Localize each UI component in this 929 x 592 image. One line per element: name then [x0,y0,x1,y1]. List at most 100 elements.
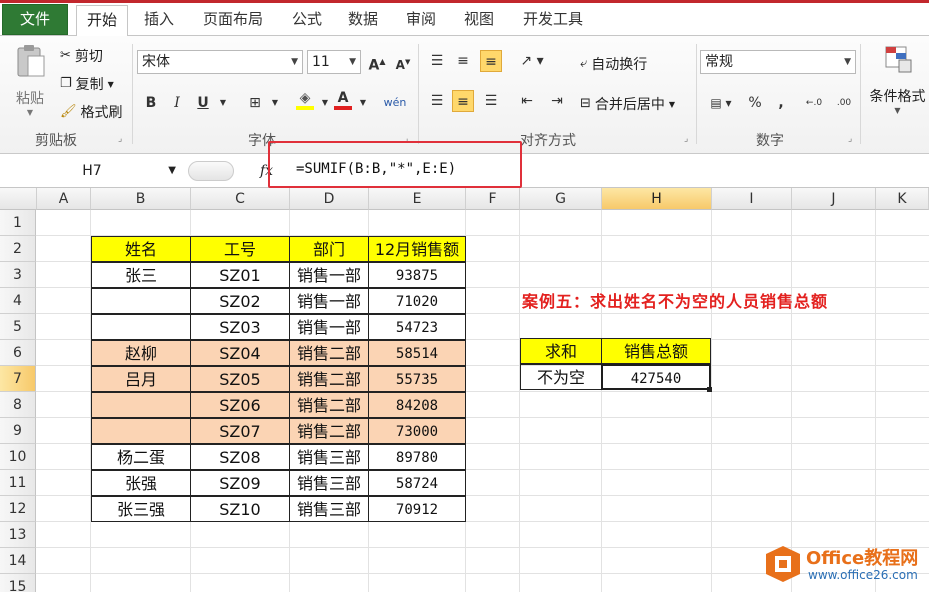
borders-button[interactable]: ⊞ [244,92,266,114]
cell-dept[interactable]: 销售一部 [289,262,369,288]
orientation-button[interactable]: ↗ ▾ [516,50,548,72]
cell-sales[interactable]: 71020 [368,288,466,314]
bold-button[interactable]: B [140,92,162,114]
column-header-b[interactable]: B [91,188,191,210]
cell-id[interactable]: SZ04 [190,340,290,366]
cell-name[interactable]: 张三 [91,262,191,288]
merge-center-button[interactable]: ⊟ 合并后居中 ▼ [580,94,675,114]
cell-name[interactable]: 杨二蛋 [91,444,191,470]
increase-indent-button[interactable]: ⇥ [546,90,568,112]
cell-dept[interactable]: 销售二部 [289,392,369,418]
fill-handle[interactable] [707,387,712,392]
column-header-j[interactable]: J [792,188,876,210]
row-header-12[interactable]: 12 [0,496,36,522]
cell-id[interactable]: SZ01 [190,262,290,288]
comma-button[interactable]: , [770,92,792,114]
align-center-button[interactable]: ≡ [452,90,474,112]
increase-decimal-button[interactable]: ←.0 [800,92,828,114]
summary-header-total[interactable]: 销售总额 [601,338,711,364]
cell-sales[interactable]: 70912 [368,496,466,522]
formula-cancel-enter-buttons[interactable] [188,161,234,181]
tab-page-layout[interactable]: 页面布局 [196,5,270,36]
paste-button[interactable]: 粘贴 ▼ [10,44,50,128]
tab-review[interactable]: 审阅 [398,5,444,36]
column-header-f[interactable]: F [466,188,520,210]
underline-button[interactable]: U [192,92,214,114]
font-color-button[interactable]: A [332,90,354,112]
tab-data[interactable]: 数据 [340,5,386,36]
cell-sales[interactable]: 93875 [368,262,466,288]
cut-button[interactable]: ✂ 剪切 [60,46,103,66]
grow-font-button[interactable]: A▲ [366,51,388,74]
cell-dept[interactable]: 销售一部 [289,314,369,340]
tab-insert[interactable]: 插入 [136,5,182,36]
row-header-1[interactable]: 1 [0,210,36,236]
cell-id[interactable]: SZ07 [190,418,290,444]
cell-sales[interactable]: 73000 [368,418,466,444]
percent-button[interactable]: % [744,92,766,114]
row-header-10[interactable]: 10 [0,444,36,470]
column-header-i[interactable]: I [712,188,792,210]
cell-name[interactable]: 张强 [91,470,191,496]
select-all-corner[interactable] [0,188,37,210]
number-format-select[interactable]: 常规 ▼ [700,50,856,74]
row-header-3[interactable]: 3 [0,262,36,288]
font-name-select[interactable]: 宋体 ▼ [137,50,303,74]
column-header-g[interactable]: G [520,188,602,210]
cell-sales[interactable]: 58724 [368,470,466,496]
cell-sales[interactable]: 84208 [368,392,466,418]
borders-dropdown-icon[interactable]: ▼ [264,92,286,114]
column-header-d[interactable]: D [290,188,369,210]
cell-dept[interactable]: 销售一部 [289,288,369,314]
cell-name[interactable] [91,392,191,418]
accounting-format-button[interactable]: ▤ ▾ [704,92,738,114]
row-header-14[interactable]: 14 [0,548,36,574]
align-right-button[interactable]: ☰ [480,90,502,112]
row-header-13[interactable]: 13 [0,522,36,548]
cell-id[interactable]: SZ03 [190,314,290,340]
font-color-dropdown-icon[interactable]: ▼ [352,92,374,114]
alignment-launcher-icon[interactable]: ⌟ [684,134,688,144]
cell-dept[interactable]: 销售二部 [289,340,369,366]
row-header-9[interactable]: 9 [0,418,36,444]
tab-formulas[interactable]: 公式 [284,5,330,36]
header-dept[interactable]: 部门 [289,236,369,262]
column-header-a[interactable]: A [37,188,91,210]
cell-sales[interactable]: 55735 [368,366,466,392]
tab-developer[interactable]: 开发工具 [514,5,592,36]
cell-name[interactable]: 吕月 [91,366,191,392]
summary-header-sum[interactable]: 求和 [520,338,602,364]
shrink-font-button[interactable]: A▼ [392,51,414,73]
align-bottom-button[interactable]: ≡ [480,50,502,72]
column-header-e[interactable]: E [369,188,466,210]
cell-dept[interactable]: 销售二部 [289,418,369,444]
cell-dept[interactable]: 销售三部 [289,496,369,522]
summary-value-cell-h7[interactable]: 427540 [601,364,711,390]
cell-id[interactable]: SZ06 [190,392,290,418]
cell-id[interactable]: SZ10 [190,496,290,522]
wrap-text-button[interactable]: ⤶ 自动换行 [580,54,647,74]
cell-name[interactable] [91,418,191,444]
format-painter-button[interactable]: 🖌 格式刷 [60,102,123,122]
cell-dept[interactable]: 销售三部 [289,444,369,470]
tab-home[interactable]: 开始 [76,5,128,37]
align-top-button[interactable]: ☰ [426,50,448,72]
font-size-select[interactable]: 11 ▼ [307,50,361,74]
column-header-h[interactable]: H [602,188,712,210]
row-header-11[interactable]: 11 [0,470,36,496]
name-box[interactable]: H7 ▼ [4,159,180,183]
cell-id[interactable]: SZ02 [190,288,290,314]
clipboard-launcher-icon[interactable]: ⌟ [118,134,122,144]
header-name[interactable]: 姓名 [91,236,191,262]
header-sales[interactable]: 12月销售额 [368,236,466,262]
decrease-decimal-button[interactable]: .00 [830,92,858,114]
row-header-2[interactable]: 2 [0,236,36,262]
phonetic-guide-button[interactable]: wén [378,92,412,114]
cell-name[interactable]: 张三强 [91,496,191,522]
align-left-button[interactable]: ☰ [426,90,448,112]
cell-id[interactable]: SZ05 [190,366,290,392]
row-header-4[interactable]: 4 [0,288,36,314]
fill-color-button[interactable]: ◈ [294,90,316,112]
underline-dropdown-icon[interactable]: ▼ [212,92,234,114]
column-header-k[interactable]: K [876,188,929,210]
